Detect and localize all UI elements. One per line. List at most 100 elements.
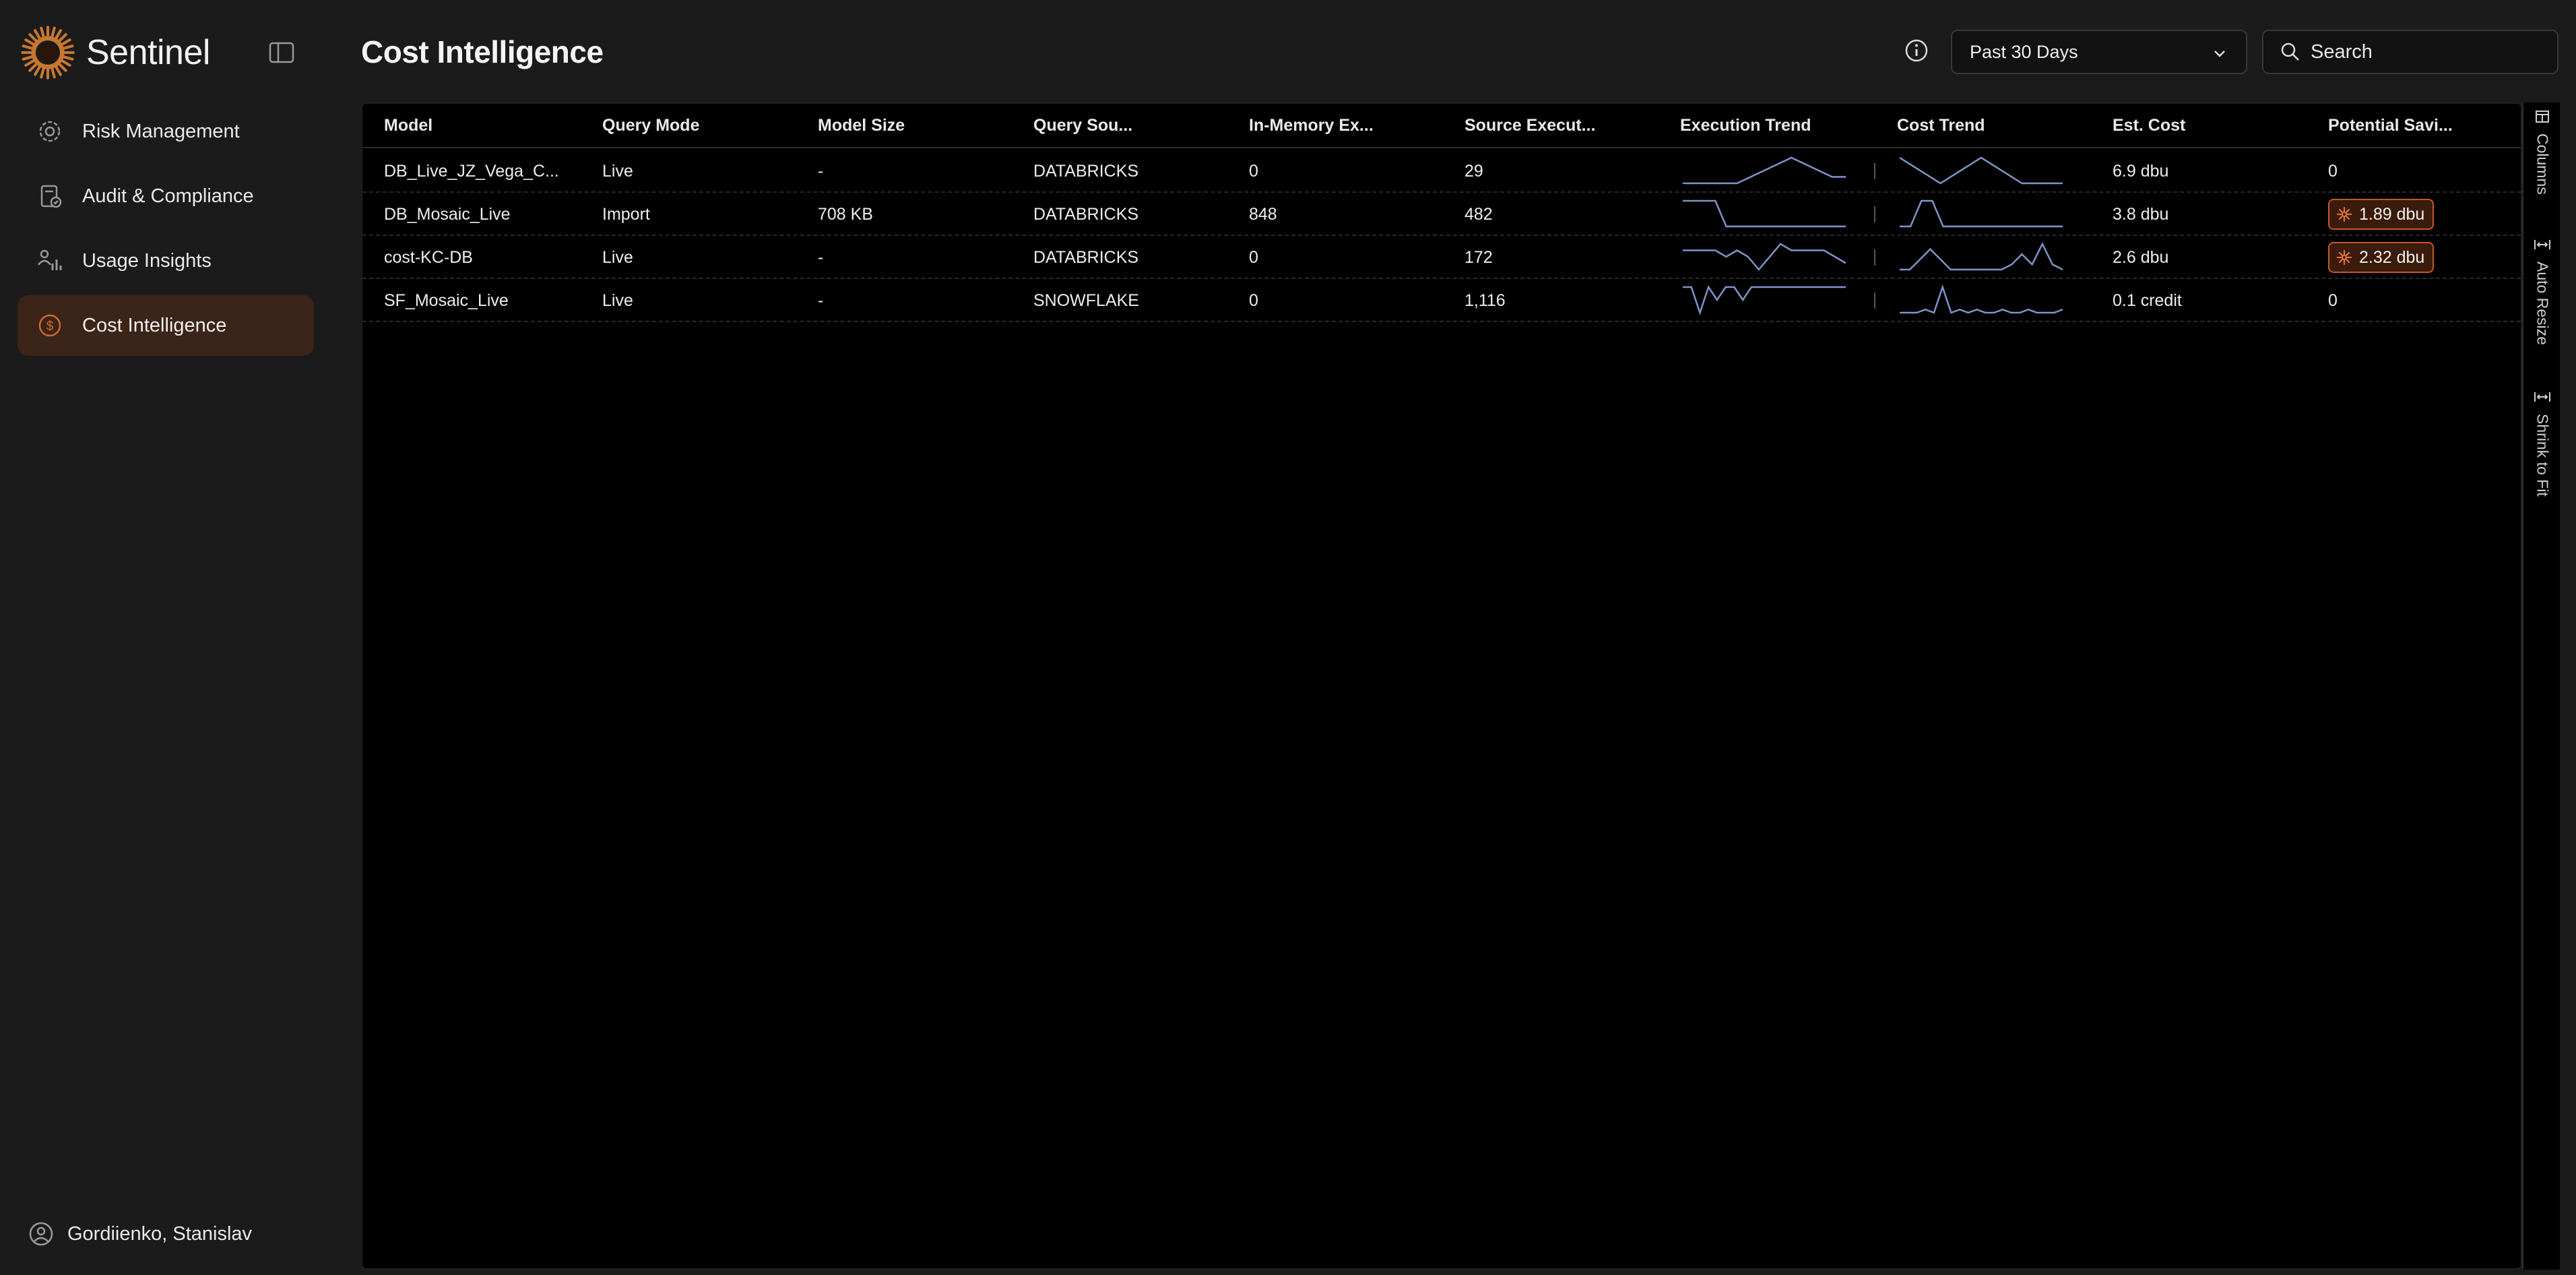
cost-trend-sparkline	[1899, 156, 2063, 185]
model-size-cell: -	[818, 162, 824, 181]
dollar-coin-icon: $	[35, 311, 65, 340]
in-memory-cell: 848	[1249, 205, 1277, 224]
column-header-query-mode[interactable]: Query Mode	[602, 116, 699, 135]
execution-trend-sparkline	[1683, 285, 1846, 315]
table-row[interactable]: DB_Live_JZ_Vega_C... Live - DATABRICKS 0 29 6.…	[362, 150, 2521, 193]
execution-trend-sparkline	[1683, 156, 1846, 185]
sidebar-item-audit-compliance[interactable]: Audit & Compliance	[18, 166, 314, 226]
cost-trend-sparkline-line	[1900, 242, 2063, 271]
cost-trend-sparkline-line	[1899, 156, 2063, 185]
sidebar-toggle-icon	[269, 42, 294, 63]
brand[interactable]: Sentinel	[20, 26, 210, 80]
user-name: Gordiienko, Stanislav	[67, 1222, 253, 1245]
gear-shield-icon	[35, 117, 65, 146]
column-header-execution-trend[interactable]: Execution Trend	[1680, 116, 1811, 135]
sidebar-item-label: Cost Intelligence	[82, 314, 227, 336]
query-source-cell: DATABRICKS	[1033, 248, 1139, 267]
column-header-source-exec[interactable]: Source Execut...	[1464, 116, 1596, 135]
execution-trend-sparkline-line	[1683, 285, 1846, 315]
sidebar-item-usage-insights[interactable]: Usage Insights	[18, 230, 314, 291]
columns-icon	[2536, 111, 2549, 123]
query-source-cell: DATABRICKS	[1033, 162, 1139, 181]
est-cost-cell: 2.6 dbu	[2113, 248, 2169, 267]
column-separator	[1874, 292, 1875, 309]
cost-trend-sparkline	[1900, 242, 2063, 271]
column-header-potential-savings[interactable]: Potential Savi...	[2328, 116, 2453, 135]
savings-badge[interactable]: 2.32 dbu	[2328, 242, 2435, 273]
column-separator	[1874, 249, 1875, 266]
info-button[interactable]	[1901, 35, 1932, 66]
columns-tool[interactable]: Columns	[2523, 109, 2561, 195]
shrink-to-fit-tool-label: Shrink to Fit	[2534, 414, 2552, 497]
svg-text:$: $	[46, 319, 54, 334]
query-mode-cell: Live	[602, 248, 633, 267]
sidebar-item-label: Risk Management	[82, 120, 240, 142]
shrink-arrows-icon	[2534, 392, 2550, 402]
execution-trend-sparkline-line	[1683, 156, 1846, 185]
column-header-est-cost[interactable]: Est. Cost	[2113, 116, 2185, 135]
clipboard-check-icon	[35, 181, 65, 211]
table-row[interactable]: SF_Mosaic_Live Live - SNOWFLAKE 0 1,116 0.1 cr…	[362, 279, 2521, 322]
column-header-cost-trend[interactable]: Cost Trend	[1897, 116, 1985, 135]
column-header-model-size[interactable]: Model Size	[818, 116, 905, 135]
info-icon	[1905, 39, 1928, 62]
column-separator	[1874, 206, 1875, 222]
est-cost-cell: 6.9 dbu	[2113, 162, 2169, 181]
model-cell: SF_Mosaic_Live	[384, 291, 509, 310]
savings-badge[interactable]: 1.89 dbu	[2328, 199, 2435, 230]
columns-tool-label: Columns	[2534, 133, 2552, 195]
column-header-in-memory[interactable]: In-Memory Ex...	[1249, 116, 1374, 135]
sidebar-item-label: Audit & Compliance	[82, 185, 254, 207]
date-range-select[interactable]: Past 30 Days	[1951, 30, 2247, 74]
table-header: Model Query Mode Model Size Query Sou...…	[362, 104, 2521, 148]
model-cell: DB_Live_JZ_Vega_C...	[384, 162, 559, 181]
execution-trend-sparkline	[1683, 243, 1846, 271]
savings-cell: 0	[2328, 291, 2338, 310]
query-mode-cell: Live	[602, 162, 633, 181]
cost-trend-sparkline-line	[1900, 199, 2063, 228]
est-cost-cell: 3.8 dbu	[2113, 205, 2169, 224]
est-cost-cell: 0.1 credit	[2113, 291, 2182, 310]
cost-table: Model Query Mode Model Size Query Sou...…	[361, 102, 2522, 1270]
sidebar-nav: Risk Management Audit & Compliance Usage…	[18, 101, 314, 360]
execution-trend-sparkline	[1683, 199, 1846, 228]
sidebar-item-label: Usage Insights	[82, 249, 212, 272]
sentinel-logo-icon	[21, 26, 75, 80]
model-cell: DB_Mosaic_Live	[384, 205, 511, 224]
table-row[interactable]: cost-KC-DB Live - DATABRICKS 0 172 2.6 dbu 2.32…	[362, 236, 2521, 279]
collapse-sidebar-button[interactable]	[267, 39, 296, 66]
auto-resize-tool[interactable]: Auto Resize	[2523, 237, 2561, 345]
auto-resize-tool-label: Auto Resize	[2534, 261, 2552, 346]
column-header-model[interactable]: Model	[384, 116, 432, 135]
table-row[interactable]: DB_Mosaic_Live Import 708 KB DATABRICKS 848 4…	[362, 193, 2521, 236]
source-exec-cell: 482	[1464, 205, 1493, 224]
search-input[interactable]	[2311, 40, 2540, 63]
cost-trend-sparkline-line	[1900, 284, 2063, 314]
in-memory-cell: 0	[1249, 291, 1258, 310]
sidebar-item-risk-management[interactable]: Risk Management	[18, 101, 314, 162]
search-icon	[2281, 42, 2299, 61]
query-mode-cell: Import	[602, 205, 650, 224]
model-size-cell: 708 KB	[818, 205, 874, 224]
sidebar: Sentinel Risk Management Audit & Complia…	[0, 0, 330, 1275]
date-range-value: Past 30 Days	[1970, 41, 2078, 62]
query-mode-cell: Live	[602, 291, 633, 310]
source-exec-cell: 29	[1464, 162, 1483, 181]
source-exec-cell: 1,116	[1464, 291, 1506, 310]
column-header-query-source[interactable]: Query Sou...	[1033, 116, 1132, 135]
savings-value: 2.32 dbu	[2359, 247, 2425, 267]
sparkle-icon	[2336, 206, 2352, 222]
execution-trend-sparkline-line	[1683, 243, 1846, 271]
sidebar-item-cost-intelligence[interactable]: $ Cost Intelligence	[18, 295, 314, 356]
shrink-to-fit-tool[interactable]: Shrink to Fit	[2523, 390, 2561, 497]
app: Sentinel Risk Management Audit & Complia…	[0, 0, 2576, 1275]
user-profile[interactable]: Gordiienko, Stanislav	[28, 1221, 252, 1247]
sparkle-icon	[2336, 249, 2352, 266]
search-box[interactable]	[2262, 30, 2558, 74]
resize-arrows-icon	[2534, 240, 2550, 249]
in-memory-cell: 0	[1249, 248, 1258, 267]
source-exec-cell: 172	[1464, 248, 1493, 267]
app-name: Sentinel	[86, 33, 210, 72]
user-avatar-icon	[29, 1222, 53, 1246]
column-separator	[1874, 163, 1875, 179]
